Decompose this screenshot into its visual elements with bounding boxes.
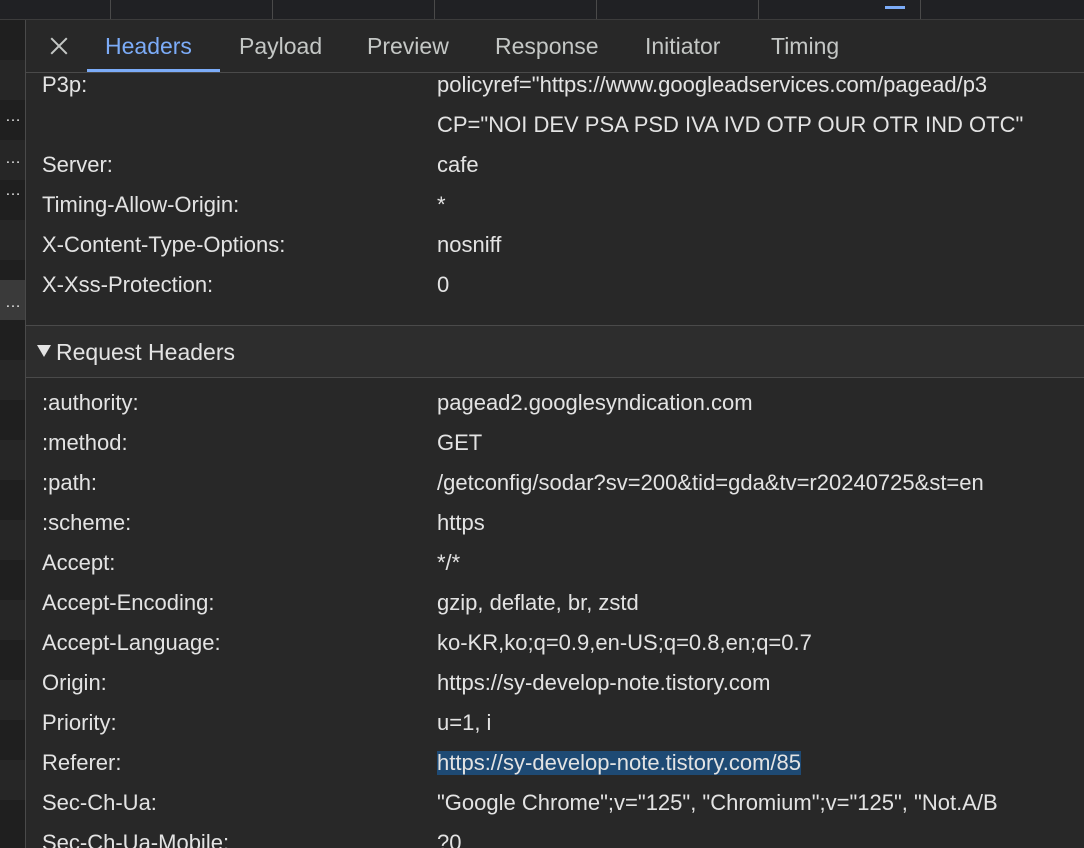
header-row-server: Server: cafe [26, 153, 1084, 193]
header-value-selected[interactable]: https://sy-develop-note.tistory.com/85 [437, 751, 801, 775]
header-key: :path: [42, 470, 98, 495]
tab-payload[interactable]: Payload [239, 20, 322, 72]
network-column-strip [0, 0, 1084, 20]
header-value: "Google Chrome";v="125", "Chromium";v="1… [437, 790, 998, 815]
list-item[interactable] [0, 220, 25, 260]
header-row: Accept-Encoding: gzip, deflate, br, zstd [26, 591, 1084, 631]
column-divider[interactable] [110, 0, 111, 19]
header-row: Sec-Ch-Ua: "Google Chrome";v="125", "Chr… [26, 791, 1084, 831]
list-item[interactable] [0, 600, 25, 640]
header-value: 0 [437, 272, 450, 297]
header-row: Referer: https://sy-develop-note.tistory… [26, 751, 1084, 791]
header-row: :authority: pagead2.googlesyndication.co… [26, 391, 1084, 431]
header-value: CP="NOI DEV PSA PSD IVA IVD OTP OUR OTR … [437, 112, 1024, 137]
header-row: :path: /getconfig/sodar?sv=200&tid=gda&t… [26, 471, 1084, 511]
tab-timing[interactable]: Timing [771, 20, 839, 72]
header-value: https://sy-develop-note.tistory.com [437, 670, 771, 695]
list-item[interactable] [0, 680, 25, 720]
header-value: /getconfig/sodar?sv=200&tid=gda&tv=r2024… [437, 470, 984, 495]
header-row-timing-allow-origin: Timing-Allow-Origin: * [26, 193, 1084, 233]
list-item[interactable]: … [0, 180, 25, 220]
header-key: :method: [42, 430, 128, 455]
header-row-p3p-cont: CP="NOI DEV PSA PSD IVA IVD OTP OUR OTR … [26, 113, 1084, 153]
header-value: u=1, i [437, 710, 492, 735]
header-row: Sec-Ch-Ua-Mobile: ?0 [26, 831, 1084, 848]
header-row-x-content-type-options: X-Content-Type-Options: nosniff [26, 233, 1084, 273]
header-key: Priority: [42, 710, 117, 735]
list-item-selected[interactable]: … [0, 280, 25, 320]
header-key: Referer: [42, 750, 122, 775]
header-key: :authority: [42, 390, 139, 415]
header-key: P3p: [42, 73, 88, 97]
close-icon[interactable] [45, 32, 73, 60]
column-divider[interactable] [272, 0, 273, 19]
truncation-ellipsis: … [5, 294, 21, 311]
header-row: Accept: */* [26, 551, 1084, 591]
header-value: */* [437, 550, 461, 575]
header-row: Priority: u=1, i [26, 711, 1084, 751]
list-item[interactable] [0, 360, 25, 400]
header-row-x-xss-protection: X-Xss-Protection: 0 [26, 273, 1084, 313]
section-title: Request Headers [56, 339, 235, 365]
column-divider[interactable] [434, 0, 435, 19]
header-value: policyref="https://www.googleadservices.… [437, 73, 988, 97]
header-value: nosniff [437, 232, 502, 257]
header-value: gzip, deflate, br, zstd [437, 590, 639, 615]
header-row: Accept-Language: ko-KR,ko;q=0.9,en-US;q=… [26, 631, 1084, 671]
header-key: Accept: [42, 550, 116, 575]
header-key: Origin: [42, 670, 107, 695]
header-row-p3p: P3p: policyref="https://www.googleadserv… [26, 73, 1084, 113]
waterfall-marker [885, 6, 905, 9]
header-value: ?0 [437, 830, 462, 848]
active-tab-indicator [87, 69, 220, 72]
header-row: :scheme: https [26, 511, 1084, 551]
list-item[interactable] [0, 520, 25, 560]
truncation-ellipsis: … [5, 150, 21, 167]
headers-panel: P3p: policyref="https://www.googleadserv… [26, 73, 1084, 848]
truncation-ellipsis: … [5, 182, 21, 199]
column-divider[interactable] [758, 0, 759, 19]
header-value: pagead2.googlesyndication.com [437, 390, 753, 415]
list-item[interactable]: … [0, 140, 25, 180]
header-value: * [437, 192, 446, 217]
header-key: X-Xss-Protection: [42, 272, 214, 297]
list-item[interactable] [0, 20, 25, 60]
header-key: Accept-Encoding: [42, 590, 215, 615]
list-item[interactable] [0, 760, 25, 800]
list-item[interactable] [0, 440, 25, 480]
header-value: cafe [437, 152, 479, 177]
header-key: Timing-Allow-Origin: [42, 192, 240, 217]
tab-preview[interactable]: Preview [367, 20, 449, 72]
tab-initiator[interactable]: Initiator [645, 20, 720, 72]
header-key: Accept-Language: [42, 630, 221, 655]
header-key: Sec-Ch-Ua: [42, 790, 157, 815]
header-value: ko-KR,ko;q=0.9,en-US;q=0.8,en;q=0.7 [437, 630, 812, 655]
column-divider[interactable] [920, 0, 921, 19]
detail-tab-bar: Headers Payload Preview Response Initiat… [26, 20, 1084, 73]
header-key: Sec-Ch-Ua-Mobile: [42, 830, 230, 848]
header-value: https [437, 510, 485, 535]
expand-triangle-icon[interactable] [37, 345, 51, 357]
header-key: :scheme: [42, 510, 132, 535]
request-list: … … … … [0, 20, 26, 848]
column-divider[interactable] [596, 0, 597, 19]
header-row: :method: GET [26, 431, 1084, 471]
list-item[interactable] [0, 60, 25, 100]
tab-response[interactable]: Response [495, 20, 599, 72]
request-headers-section[interactable]: Request Headers [26, 325, 1084, 378]
header-row: Origin: https://sy-develop-note.tistory.… [26, 671, 1084, 711]
header-value: GET [437, 430, 483, 455]
tab-headers[interactable]: Headers [105, 20, 192, 72]
header-key: X-Content-Type-Options: [42, 232, 286, 257]
header-key: Server: [42, 152, 113, 177]
list-item[interactable]: … [0, 100, 25, 140]
truncation-ellipsis: … [5, 108, 21, 125]
